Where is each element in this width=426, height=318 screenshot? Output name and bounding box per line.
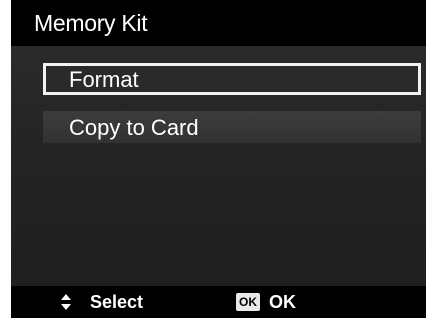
menu-item-format[interactable]: Format bbox=[43, 63, 421, 95]
title-bar: Memory Kit bbox=[11, 0, 426, 46]
menu-item-copy-to-card[interactable]: Copy to Card bbox=[43, 111, 421, 143]
page-title: Memory Kit bbox=[34, 10, 148, 36]
camera-menu-screen: Memory Kit Format Copy to Card Select OK… bbox=[11, 0, 426, 318]
button-hint-bar: Select OK OK bbox=[11, 286, 426, 318]
select-hint-label: Select bbox=[90, 292, 144, 312]
ok-button-icon: OK bbox=[236, 293, 260, 311]
ok-hint-label: OK bbox=[269, 292, 296, 312]
up-down-arrows-icon bbox=[61, 294, 71, 310]
menu-item-label: Format bbox=[69, 67, 139, 92]
menu-item-label: Copy to Card bbox=[69, 115, 199, 140]
